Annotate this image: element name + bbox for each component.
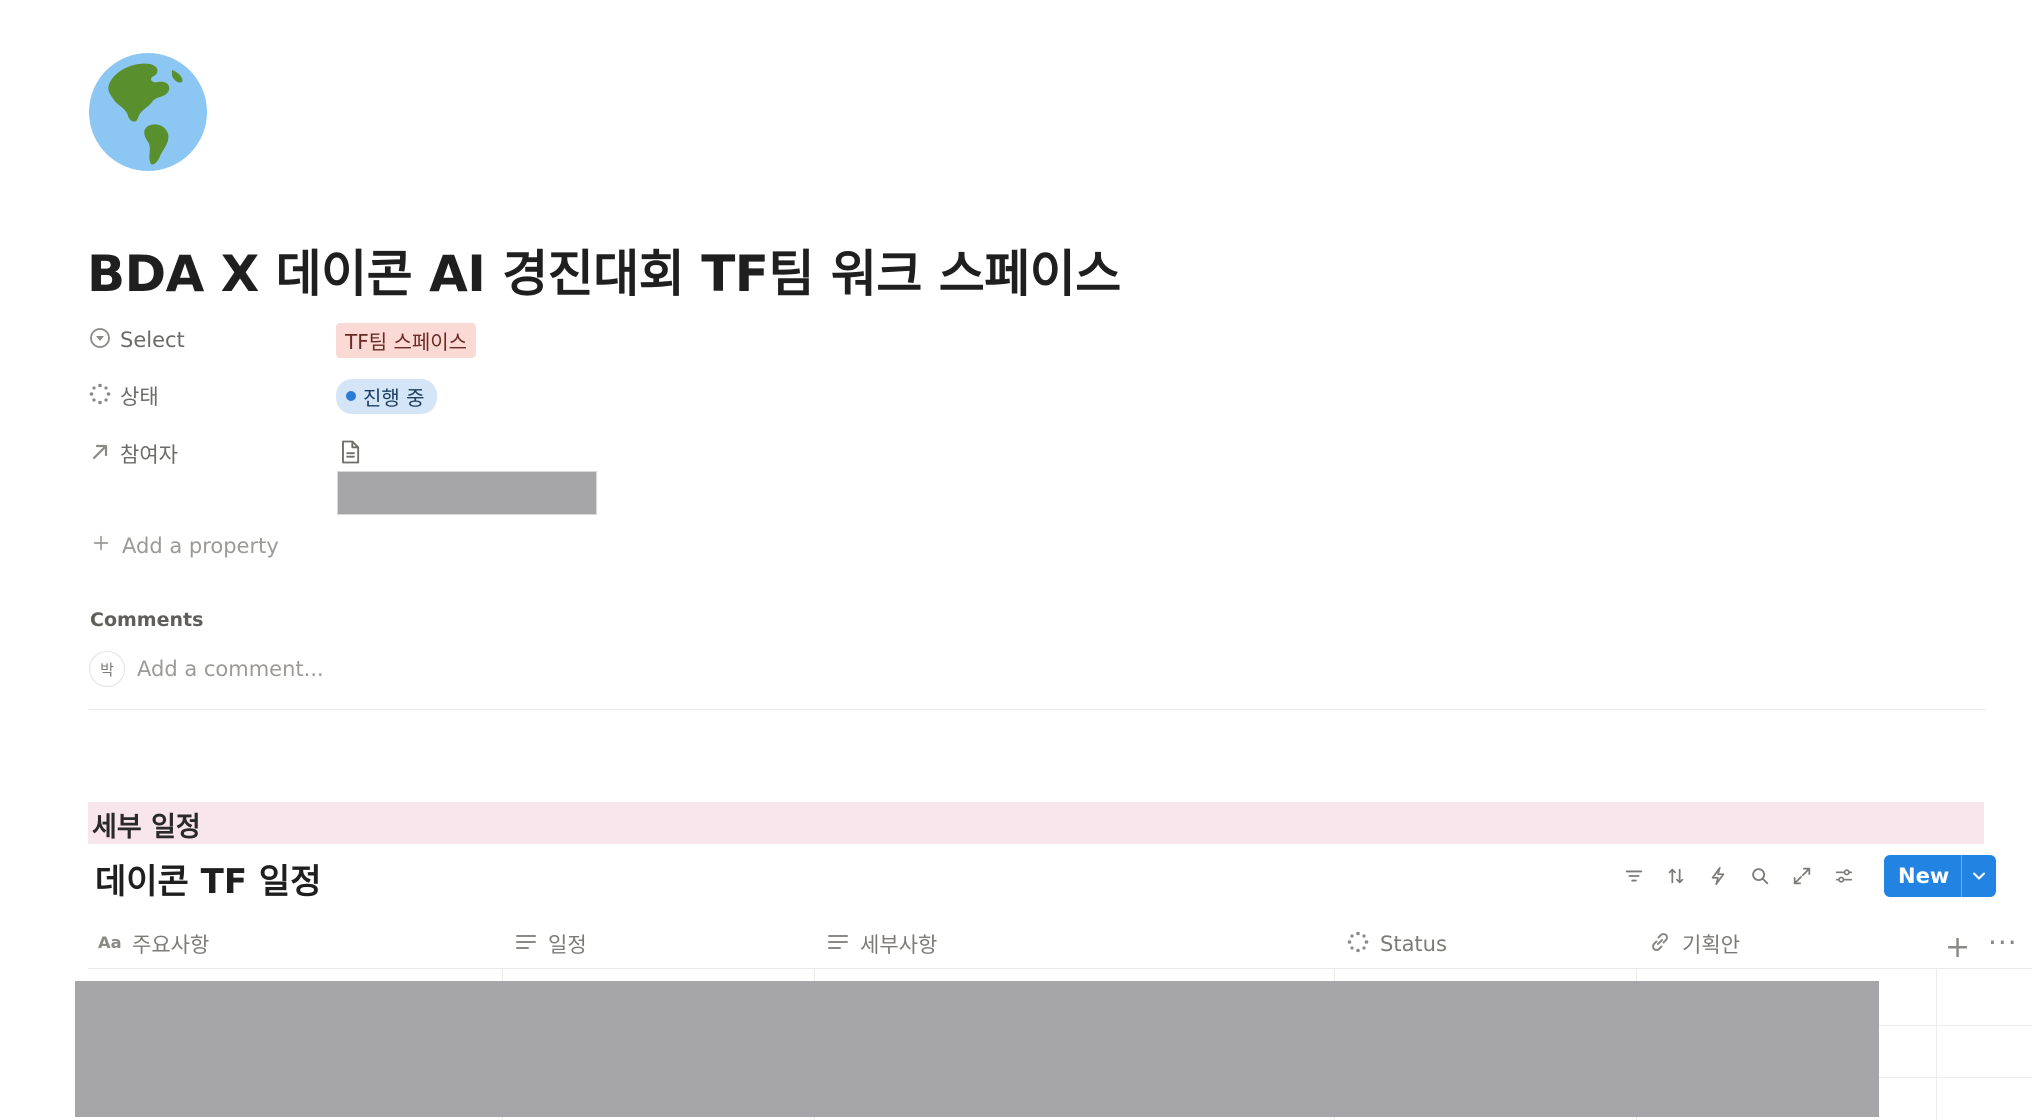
link-icon (1648, 930, 1672, 959)
database-toolbar: New (1622, 855, 1997, 897)
page-title[interactable]: BDA X 데이콘 AI 경진대회 TF팀 워크 스페이스 (87, 234, 1121, 306)
more-options-button[interactable]: ··· (1988, 926, 2018, 959)
filter-icon[interactable] (1622, 864, 1646, 888)
column-header-schedule[interactable]: 일정 (514, 920, 587, 968)
avatar: 박 (89, 651, 125, 687)
expand-icon[interactable] (1790, 864, 1814, 888)
document-icon[interactable] (336, 438, 364, 470)
column-header-status[interactable]: Status (1346, 920, 1447, 968)
redacted-block (337, 471, 597, 515)
column-header-details[interactable]: 세부사항 (826, 920, 937, 968)
plus-icon (90, 532, 112, 559)
svg-text:Aa: Aa (98, 933, 122, 952)
database-title[interactable]: 데이콘 TF 일정 (95, 854, 322, 903)
status-icon (1346, 930, 1370, 959)
status-badge: 진행 중 (336, 378, 437, 414)
earth-globe-icon[interactable] (88, 52, 208, 172)
text-icon (826, 930, 850, 959)
column-header-main[interactable]: Aa 주요사항 (98, 920, 209, 968)
add-column-button[interactable]: + (1945, 930, 1970, 965)
text-icon (514, 930, 538, 959)
divider (89, 709, 1986, 710)
property-row-participants: 참여자 (88, 434, 364, 474)
table-header: Aa 주요사항 일정 세부사항 Status 기획안 (88, 920, 2032, 1120)
property-name[interactable]: Select (88, 326, 336, 355)
comments-label: Comments (90, 609, 204, 631)
relation-arrow-icon (88, 440, 112, 469)
select-icon (88, 326, 112, 355)
section-heading[interactable]: 세부 일정 (92, 805, 201, 844)
section-heading-background (88, 802, 1984, 844)
chevron-down-icon[interactable] (1961, 855, 1996, 897)
status-icon (88, 382, 112, 411)
notion-page: BDA X 데이콘 AI 경진대회 TF팀 워크 스페이스 Select TF팀… (0, 0, 2032, 1120)
comment-input[interactable]: Add a comment... (137, 657, 324, 681)
property-name[interactable]: 상태 (88, 381, 336, 411)
property-name[interactable]: 참여자 (88, 439, 336, 469)
title-icon: Aa (98, 930, 122, 959)
add-property-button[interactable]: Add a property (90, 532, 279, 559)
property-row-status: 상태 진행 중 (88, 376, 437, 416)
automation-icon[interactable] (1706, 864, 1730, 888)
search-icon[interactable] (1748, 864, 1772, 888)
property-row-select: Select TF팀 스페이스 (88, 320, 477, 360)
status-dot (346, 391, 356, 401)
sort-icon[interactable] (1664, 864, 1688, 888)
new-button[interactable]: New (1884, 855, 1997, 897)
column-divider (1936, 968, 1937, 1120)
redacted-block (75, 981, 1879, 1117)
property-value[interactable]: TF팀 스페이스 (336, 322, 477, 358)
property-value[interactable]: 진행 중 (336, 378, 437, 414)
settings-icon[interactable] (1832, 864, 1856, 888)
comment-input-row[interactable]: 박 Add a comment... (89, 651, 324, 687)
property-value[interactable] (336, 438, 364, 470)
select-tag: TF팀 스페이스 (336, 322, 477, 358)
column-header-plan[interactable]: 기획안 (1648, 920, 1740, 968)
